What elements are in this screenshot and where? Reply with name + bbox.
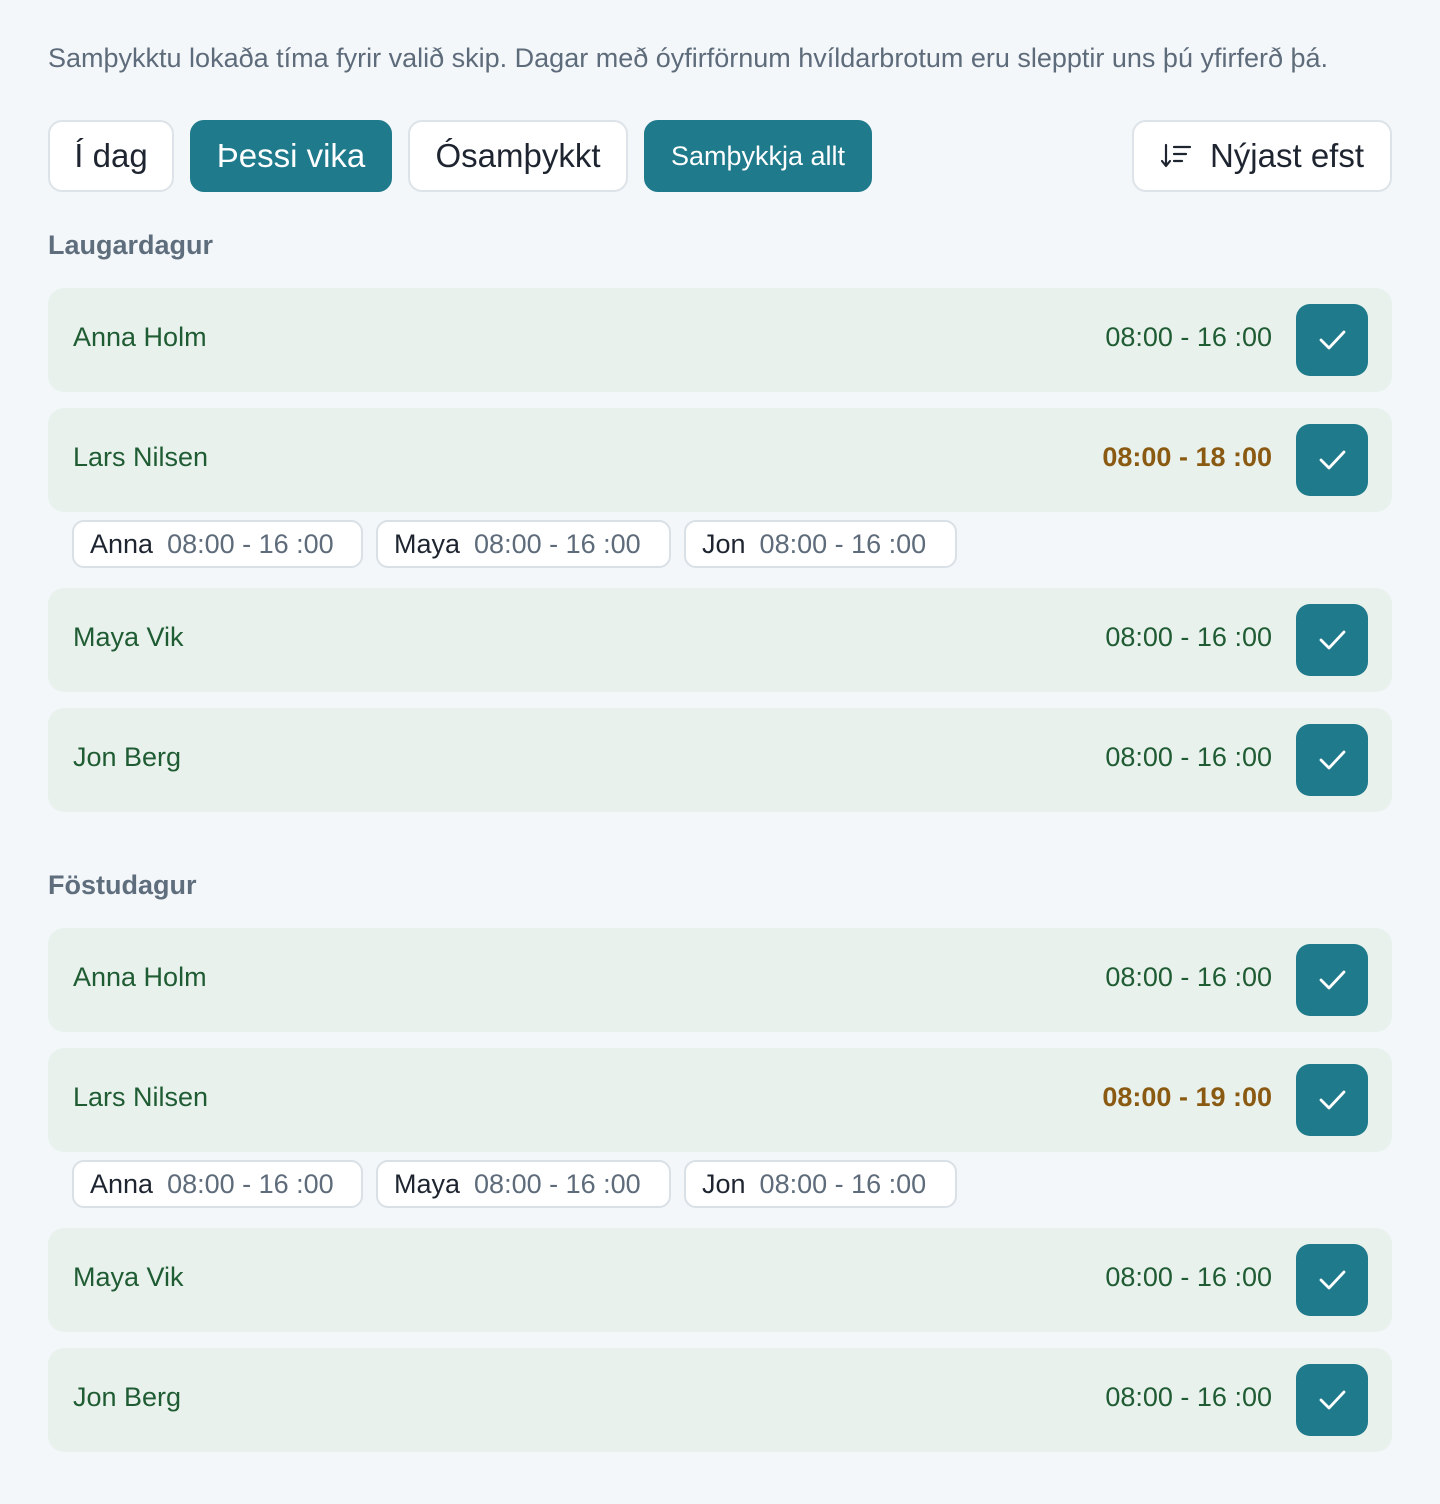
shift-time-warning: 08:00 - 19 :00: [1102, 1082, 1272, 1112]
shift-row: Lars Nilsen 08:00 - 19 :00: [48, 1048, 1392, 1152]
shift-time: 08:00 - 16 :00: [1105, 622, 1272, 652]
shift-time: 08:00 - 16 :00: [1105, 1382, 1272, 1412]
shift-employee-name: Lars Nilsen: [73, 1082, 209, 1112]
shift-row: Anna Holm 08:00 - 16 :00: [48, 928, 1392, 1032]
overlap-chip-time: 08:00 - 16 :00: [759, 528, 927, 559]
approve-all-button[interactable]: Samþykkja allt: [644, 120, 872, 192]
shift-time: 08:00 - 16 :00: [1105, 962, 1272, 992]
check-icon: [1319, 1090, 1346, 1110]
sort-descending-icon: [1160, 143, 1192, 168]
shift-employee-name: Jon Berg: [73, 1382, 182, 1412]
approve-shift-button[interactable]: [1296, 724, 1368, 796]
day-heading: Laugardagur: [48, 230, 214, 260]
shift-employee-name: Lars Nilsen: [73, 442, 209, 472]
shift-row: Maya Vik 08:00 - 16 :00: [48, 588, 1392, 692]
sort-button-label: Nýjast efst: [1209, 137, 1365, 174]
check-icon: [1319, 1270, 1346, 1290]
overlap-chip: Jon 08:00 - 16 :00: [684, 520, 957, 568]
intro-text: Samþykktu lokaða tíma fyrir valið skip. …: [48, 43, 1329, 73]
approve-shift-button[interactable]: [1296, 1244, 1368, 1316]
shift-row: Maya Vik 08:00 - 16 :00: [48, 1228, 1392, 1332]
approval-page: Samþykktu lokaða tíma fyrir valið skip. …: [0, 0, 1440, 1504]
shift-employee-name: Maya Vik: [73, 622, 184, 652]
overlap-chip-name: Maya: [394, 528, 461, 559]
overlap-chip-time: 08:00 - 16 :00: [759, 1168, 927, 1199]
day-heading: Föstudagur: [48, 870, 197, 900]
shift-employee-name: Jon Berg: [73, 742, 182, 772]
overlap-chip-name: Maya: [394, 1168, 461, 1199]
shift-employee-name: Maya Vik: [73, 1262, 184, 1292]
sort-button[interactable]: Nýjast efst: [1132, 120, 1392, 192]
filter-this-week-button[interactable]: Þessi vika: [190, 120, 392, 192]
approve-shift-button[interactable]: [1296, 604, 1368, 676]
shift-row: Jon Berg 08:00 - 16 :00: [48, 708, 1392, 812]
approve-shift-button[interactable]: [1296, 1364, 1368, 1436]
overlap-chip: Anna 08:00 - 16 :00: [72, 1160, 363, 1208]
shift-employee-name: Anna Holm: [73, 322, 207, 352]
overlap-chip: Maya 08:00 - 16 :00: [376, 520, 671, 568]
overlap-chip-name: Jon: [702, 528, 746, 559]
filter-unapproved-button[interactable]: Ósamþykkt: [408, 120, 628, 192]
check-icon: [1319, 630, 1346, 650]
approve-shift-button[interactable]: [1296, 944, 1368, 1016]
overlap-chip-time: 08:00 - 16 :00: [167, 1168, 334, 1199]
overlap-chip-name: Jon: [702, 1168, 746, 1199]
overlap-chip-name: Anna: [90, 1168, 154, 1199]
overlap-chip-time: 08:00 - 16 :00: [167, 528, 334, 559]
approve-shift-button[interactable]: [1296, 304, 1368, 376]
check-icon: [1319, 330, 1346, 350]
check-icon: [1319, 970, 1346, 990]
shift-time: 08:00 - 16 :00: [1105, 742, 1272, 772]
shift-row: Lars Nilsen 08:00 - 18 :00: [48, 408, 1392, 512]
overlap-chip: Maya 08:00 - 16 :00: [376, 1160, 671, 1208]
shift-time-warning: 08:00 - 18 :00: [1102, 442, 1272, 472]
overlap-chip: Jon 08:00 - 16 :00: [684, 1160, 957, 1208]
check-icon: [1319, 750, 1346, 770]
shift-row: Anna Holm 08:00 - 16 :00: [48, 288, 1392, 392]
filter-toolbar: Í dag Þessi vika Ósamþykkt Samþykkja all…: [48, 120, 1392, 192]
approve-shift-button[interactable]: [1296, 424, 1368, 496]
overlap-chip: Anna 08:00 - 16 :00: [72, 520, 363, 568]
check-icon: [1319, 450, 1346, 470]
shift-time: 08:00 - 16 :00: [1105, 322, 1272, 352]
overlap-chip-time: 08:00 - 16 :00: [474, 528, 641, 559]
approve-shift-button[interactable]: [1296, 1064, 1368, 1136]
overlap-chip-name: Anna: [90, 528, 154, 559]
shift-employee-name: Anna Holm: [73, 962, 207, 992]
shift-row: Jon Berg 08:00 - 16 :00: [48, 1348, 1392, 1452]
filter-today-button[interactable]: Í dag: [48, 120, 174, 192]
overlap-chip-time: 08:00 - 16 :00: [474, 1168, 641, 1199]
shift-time: 08:00 - 16 :00: [1105, 1262, 1272, 1292]
check-icon: [1319, 1390, 1346, 1410]
